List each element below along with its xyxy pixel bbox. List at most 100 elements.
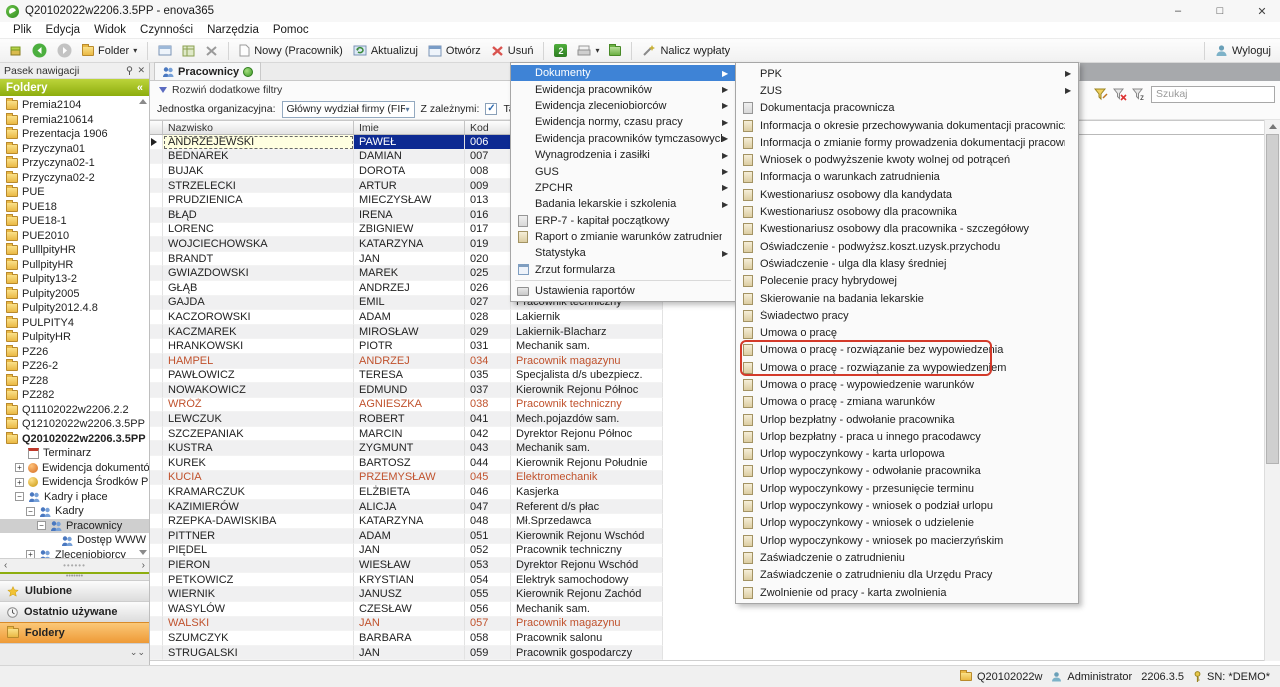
- open-folder-button[interactable]: [605, 44, 625, 58]
- tab-pracownicy[interactable]: Pracownicy: [154, 62, 261, 80]
- folders-banner[interactable]: Foldery «: [0, 79, 149, 96]
- menu-item[interactable]: Urlop wypoczynkowy - wniosek o podział u…: [736, 497, 1078, 514]
- table-row[interactable]: PIĘDELJAN052Pracownik techniczny: [150, 544, 1264, 559]
- tree-expander-icon[interactable]: −: [26, 507, 35, 516]
- sidebar-folder[interactable]: Pulpity2012.4.8: [0, 301, 149, 316]
- pin-icon[interactable]: [125, 66, 134, 75]
- menu-item[interactable]: Polecenie pracy hybrydowej: [736, 273, 1078, 290]
- sidebar-hscrollbar[interactable]: ‹ •••••• ›: [0, 558, 149, 572]
- panel-foldery[interactable]: Foldery: [0, 622, 149, 643]
- menu-item[interactable]: Ustawienia raportów: [511, 283, 735, 299]
- search-input[interactable]: [1151, 86, 1275, 103]
- menu-item[interactable]: Skierowanie na badania lekarskie: [736, 290, 1078, 307]
- sidebar-folder[interactable]: PulpityHR: [0, 330, 149, 345]
- table-row[interactable]: NOWAKOWICZEDMUND037Kierownik Rejonu Półn…: [150, 383, 1264, 398]
- menu-item[interactable]: ERP-7 - kapitał początkowy: [511, 213, 735, 229]
- tree-item[interactable]: +Zleceniobiorcy: [0, 548, 149, 559]
- table-row[interactable]: PITTNERADAM051Kierownik Rejonu Wschód: [150, 529, 1264, 544]
- table-row[interactable]: KUREKBARTOSZ044Kierownik Rejonu Południe: [150, 456, 1264, 471]
- forward-button[interactable]: [53, 41, 76, 60]
- open-button[interactable]: Otwórz: [424, 43, 485, 59]
- menubar-item-narz-dzia[interactable]: Narzędzia: [200, 24, 266, 36]
- table-row[interactable]: SZUMCZYKBARBARA058Pracownik salonu: [150, 631, 1264, 646]
- pane-splitter[interactable]: •••••••: [0, 572, 149, 580]
- menu-item[interactable]: Informacja o okresie przechowywania doku…: [736, 117, 1078, 134]
- table-row[interactable]: SZCZEPANIAKMARCIN042Dyrektor Rejonu Półn…: [150, 427, 1264, 442]
- menu-item[interactable]: ZUS▶: [736, 82, 1078, 99]
- print-button[interactable]: ▾: [573, 43, 603, 59]
- menu-item[interactable]: Umowa o pracę - wypowiedzenie warunków: [736, 376, 1078, 393]
- menu-item[interactable]: Umowa o pracę - rozwiązanie bez wypowied…: [736, 342, 1078, 359]
- dependents-checkbox[interactable]: ✓: [485, 103, 497, 115]
- table-row[interactable]: PIERONWIESŁAW053Dyrektor Rejonu Wschód: [150, 558, 1264, 573]
- tree-expander-icon[interactable]: +: [15, 463, 24, 472]
- layout-button[interactable]: [178, 43, 199, 59]
- sidebar-folder[interactable]: PULPITY4: [0, 316, 149, 331]
- grid-header-imie[interactable]: Imie: [354, 121, 465, 134]
- menu-item[interactable]: Zrzut formularza: [511, 262, 735, 278]
- sidebar-folder[interactable]: Premia2104: [0, 98, 149, 113]
- menu-item[interactable]: Wynagrodzenia i zasiłki▶: [511, 147, 735, 163]
- sidebar-folder[interactable]: PZ28: [0, 374, 149, 389]
- tree-item[interactable]: −Kadry i płace: [0, 490, 149, 505]
- menu-item[interactable]: Ewidencja normy, czasu pracy▶: [511, 114, 735, 130]
- table-row[interactable]: PAWŁOWICZTERESA035Specjalista d/s ubezpi…: [150, 369, 1264, 384]
- sidebar-folder[interactable]: PullpityHR: [0, 258, 149, 273]
- tools-button[interactable]: [201, 43, 222, 59]
- menu-item[interactable]: Zaświadczenie o zatrudnieniu: [736, 549, 1078, 566]
- close-pane-icon[interactable]: ✕: [137, 65, 145, 76]
- sidebar-folder[interactable]: Pulpity2005: [0, 287, 149, 302]
- tree-expander-icon[interactable]: −: [15, 492, 24, 501]
- grid-vscrollbar[interactable]: [1264, 120, 1280, 661]
- sidebar-folder[interactable]: Przyczyna02-1: [0, 156, 149, 171]
- org-unit-select[interactable]: Główny wydział firmy (FIRMA) ▾: [282, 101, 415, 118]
- menu-item[interactable]: Zaświadczenie o zatrudnieniu dla Urzędu …: [736, 567, 1078, 584]
- table-row[interactable]: KACZMAREKMIROSŁAW029Lakiernik-Blacharz: [150, 325, 1264, 340]
- table-row[interactable]: HAMPELANDRZEJ034Pracownik magazynu: [150, 354, 1264, 369]
- sidebar-folder[interactable]: Przyczyna01: [0, 142, 149, 157]
- menu-item[interactable]: Oświadczenie - podwyższ.koszt.uzysk.przy…: [736, 238, 1078, 255]
- menu-item[interactable]: Informacja o warunkach zatrudnienia: [736, 169, 1078, 186]
- grid-header-kod[interactable]: Kod: [465, 121, 511, 134]
- menubar-item-edycja[interactable]: Edycja: [39, 24, 88, 36]
- menubar-item-czynno-ci[interactable]: Czynności: [133, 24, 200, 36]
- view-card-button[interactable]: [154, 43, 176, 59]
- collapse-icon[interactable]: «: [137, 82, 143, 94]
- logout-button[interactable]: Wyloguj: [1211, 42, 1275, 59]
- filter-clear-icon[interactable]: [1113, 88, 1127, 101]
- maximize-button[interactable]: □: [1202, 0, 1238, 22]
- close-button[interactable]: ✕: [1244, 0, 1280, 22]
- sidebar-folder[interactable]: PZ26: [0, 345, 149, 360]
- tree-item[interactable]: Dostęp WWW (: [0, 533, 149, 548]
- new-button[interactable]: Nowy (Pracownik): [235, 42, 347, 59]
- table-row[interactable]: WIERNIKJANUSZ055Kierownik Rejonu Zachód: [150, 587, 1264, 602]
- table-row[interactable]: KACZOROWSKIADAM028Lakiernik: [150, 310, 1264, 325]
- panel-ostatnio-u-ywane[interactable]: Ostatnio używane: [0, 601, 149, 622]
- menubar-item-widok[interactable]: Widok: [87, 24, 133, 36]
- tree-expander-icon[interactable]: −: [37, 521, 46, 530]
- menu-item[interactable]: Urlop bezpłatny - praca u innego pracoda…: [736, 428, 1078, 445]
- sidebar-folder[interactable]: Q12102022w2206.3.5PP: [0, 417, 149, 432]
- table-row[interactable]: STRUGALSKIJAN059Pracownik gospodarczy: [150, 646, 1264, 661]
- table-row[interactable]: PETKOWICZKRYSTIAN054Elektryk samochodowy: [150, 573, 1264, 588]
- excel-export-button[interactable]: 2: [550, 42, 571, 59]
- table-row[interactable]: KRAMARCZUKELŻBIETA046Kasjerka: [150, 485, 1264, 500]
- home-button[interactable]: [5, 42, 26, 59]
- menu-item[interactable]: Urlop wypoczynkowy - karta urlopowa: [736, 446, 1078, 463]
- table-row[interactable]: RZEPKA-DAWISKIBAKATARZYNA048Mł.Sprzedawc…: [150, 514, 1264, 529]
- tree-item[interactable]: −Kadry: [0, 504, 149, 519]
- back-button[interactable]: [28, 41, 51, 60]
- menu-item[interactable]: Urlop wypoczynkowy - odwołanie pracownik…: [736, 463, 1078, 480]
- menu-item[interactable]: ZPCHR▶: [511, 180, 735, 196]
- scrollbar-thumb[interactable]: [1266, 134, 1279, 464]
- menu-item[interactable]: Zwolnienie od pracy - karta zwolnienia: [736, 584, 1078, 601]
- sidebar-folder[interactable]: PUE2010: [0, 229, 149, 244]
- menu-item[interactable]: Ewidencja zleceniobiorców▶: [511, 98, 735, 114]
- menu-item[interactable]: Urlop wypoczynkowy - wniosek po macierzy…: [736, 532, 1078, 549]
- menu-item[interactable]: Ewidencja pracowników▶: [511, 81, 735, 97]
- table-row[interactable]: KAZIMIERÓWALICJA047Referent d/s płac: [150, 500, 1264, 515]
- sidebar-folder[interactable]: Q20102022w2206.3.5PP: [0, 432, 149, 447]
- menu-item[interactable]: Świadectwo pracy: [736, 307, 1078, 324]
- grid-header-nazwisko[interactable]: Nazwisko: [163, 121, 354, 134]
- table-row[interactable]: LEWCZUKROBERT041Mech.pojazdów sam.: [150, 412, 1264, 427]
